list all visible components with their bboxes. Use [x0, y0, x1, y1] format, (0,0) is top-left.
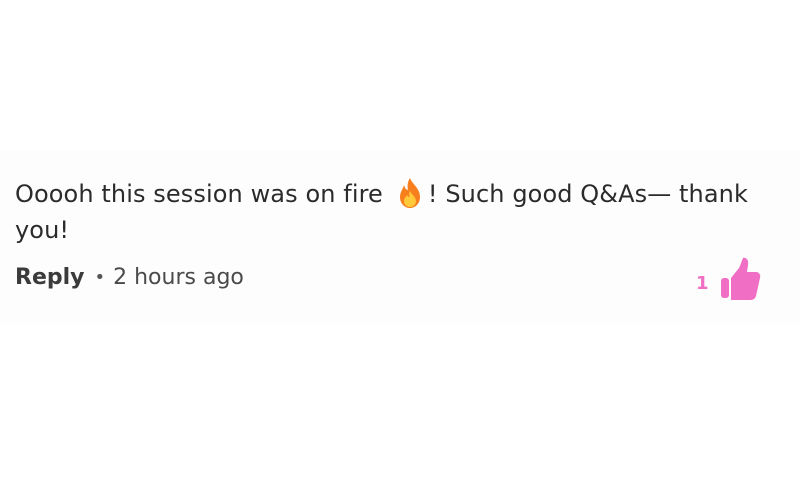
- comment-meta: Reply • 2 hours ago: [15, 262, 244, 292]
- like-button[interactable]: 1: [696, 254, 761, 304]
- comment-text-part-1: Ooooh this session was on fire: [15, 180, 383, 208]
- fire-emoji-icon: [395, 177, 425, 209]
- thumbs-up-icon[interactable]: [720, 256, 761, 302]
- separator-dot: •: [94, 266, 106, 288]
- reply-button[interactable]: Reply: [15, 265, 85, 290]
- like-count: 1: [696, 272, 709, 294]
- comment-timestamp: 2 hours ago: [113, 264, 244, 290]
- comment-text: Ooooh this session was on fire! Such goo…: [15, 176, 775, 248]
- comment-card: Ooooh this session was on fire! Such goo…: [0, 150, 800, 325]
